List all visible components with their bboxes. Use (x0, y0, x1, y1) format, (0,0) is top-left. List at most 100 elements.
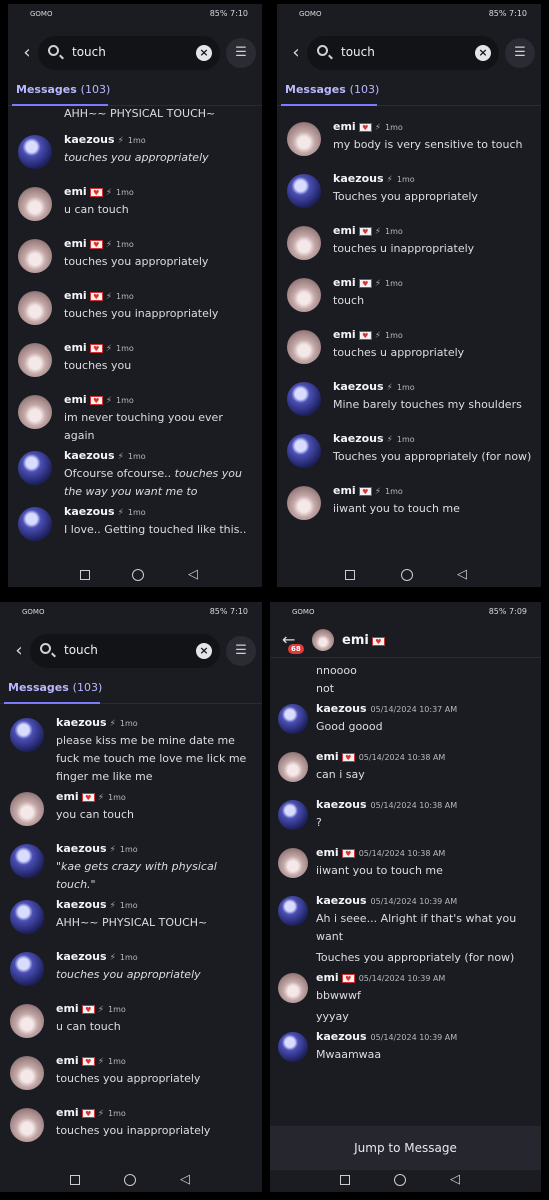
search-result-message[interactable]: emi ♥ ⚡ 1mo touches you appropriately (8, 233, 262, 285)
avatar[interactable] (287, 174, 321, 208)
username[interactable]: emi (316, 846, 339, 859)
search-result-message[interactable]: kaezous ⚡ 1mo AHH~~ PHYSICAL TOUCH~ (0, 894, 262, 946)
username[interactable]: kaezous (56, 716, 107, 729)
avatar[interactable] (278, 848, 308, 878)
avatar[interactable] (10, 952, 44, 986)
chat-message[interactable]: kaezous 05/14/2024 10:39 AM Ah i seee... A… (270, 890, 541, 967)
username[interactable]: emi (64, 341, 87, 354)
username[interactable]: emi (64, 185, 87, 198)
chat-message[interactable]: emi ♥ 05/14/2024 10:38 AM iiwant you to tou… (270, 842, 541, 890)
search-input[interactable]: touch × (38, 36, 220, 70)
avatar[interactable] (278, 1032, 308, 1062)
search-input[interactable]: touch × (307, 36, 499, 70)
chat-message[interactable]: emi ♥ 05/14/2024 10:38 AM can i say (270, 746, 541, 794)
username[interactable]: kaezous (316, 798, 367, 811)
search-result-message[interactable]: kaezous ⚡ 1mo touches you appropriately (8, 129, 262, 181)
search-result-message[interactable]: emi ♥ ⚡ 1mo im never touching yoou ever agai… (8, 389, 262, 445)
tab-messages[interactable]: Messages (103) (285, 83, 379, 96)
chat-message[interactable]: emi ♥ 05/14/2024 10:39 AM bbwwwf yyyay (270, 967, 541, 1026)
jump-to-message-button[interactable]: Jump to Message (270, 1126, 541, 1170)
avatar[interactable] (287, 122, 321, 156)
avatar[interactable] (10, 900, 44, 934)
chat-message[interactable]: kaezous 05/14/2024 10:38 AM? (270, 794, 541, 842)
dm-title[interactable]: emi ♥ (342, 633, 385, 648)
home-icon[interactable] (401, 569, 413, 581)
sliders-icon[interactable]: ☰ (505, 38, 535, 68)
username[interactable]: kaezous (64, 449, 115, 462)
username[interactable]: emi (56, 1002, 79, 1015)
search-result-message[interactable]: kaezous ⚡ 1mo touches you appropriately (0, 946, 262, 998)
avatar[interactable] (10, 792, 44, 826)
username[interactable]: kaezous (56, 842, 107, 855)
back-arrow-icon[interactable]: ‹ (285, 42, 307, 64)
clear-icon[interactable]: × (475, 45, 491, 61)
avatar[interactable] (278, 973, 308, 1003)
tab-messages[interactable]: Messages (103) (16, 83, 110, 96)
avatar[interactable] (18, 343, 52, 377)
username[interactable]: emi (64, 289, 87, 302)
username[interactable]: kaezous (64, 505, 115, 518)
search-result-message[interactable]: kaezous ⚡ 1mo please kiss me be mine date m… (0, 712, 262, 786)
avatar[interactable] (278, 800, 308, 830)
avatar[interactable] (10, 844, 44, 878)
clear-icon[interactable]: × (196, 45, 212, 61)
avatar[interactable] (287, 330, 321, 364)
search-result-message[interactable]: kaezous ⚡ 1mo Touches you appropriately (277, 168, 541, 220)
home-icon[interactable] (394, 1174, 406, 1186)
avatar[interactable] (287, 434, 321, 468)
username[interactable]: emi (64, 237, 87, 250)
avatar[interactable] (312, 629, 334, 651)
sliders-icon[interactable]: ☰ (226, 38, 256, 68)
home-icon[interactable] (132, 569, 144, 581)
search-result-message[interactable]: emi ♥ ⚡ 1mo touches u inappropriately (277, 220, 541, 272)
username[interactable]: kaezous (56, 950, 107, 963)
avatar[interactable] (18, 395, 52, 429)
back-arrow-icon[interactable]: ‹ (16, 42, 38, 64)
username[interactable]: kaezous (316, 702, 367, 715)
avatar[interactable] (278, 896, 308, 926)
username[interactable]: kaezous (316, 894, 367, 907)
username[interactable]: emi (333, 484, 356, 497)
search-result-message[interactable]: kaezous ⚡ 1mo I love.. Getting touched like… (8, 501, 262, 553)
chat-message[interactable]: kaezous 05/14/2024 10:37 AM Good goood (270, 698, 541, 746)
search-result-message[interactable]: emi ♥ ⚡ 1mo touches you inappropriately (0, 1102, 262, 1154)
search-result-message[interactable]: emi ♥ ⚡ 1mo touches u appropriately (277, 324, 541, 376)
avatar[interactable] (18, 135, 52, 169)
username[interactable]: emi (333, 276, 356, 289)
avatar[interactable] (287, 226, 321, 260)
search-result-message[interactable]: emi ♥ ⚡ 1mo touch (277, 272, 541, 324)
avatar[interactable] (10, 1004, 44, 1038)
search-result-message[interactable]: emi ♥ ⚡ 1mo my body is very sensitive to tou… (277, 116, 541, 168)
search-input[interactable]: touch × (30, 634, 220, 668)
username[interactable]: emi (316, 750, 339, 763)
search-result-message[interactable]: emi ♥ ⚡ 1mo iiwant you to touch me (277, 480, 541, 532)
search-result-message[interactable]: kaezous ⚡ 1mo Ofcourse ofcourse.. touches y… (8, 445, 262, 501)
avatar[interactable] (10, 1056, 44, 1090)
back-triangle-icon[interactable]: ◁ (188, 567, 198, 582)
search-result-message[interactable]: emi ♥ ⚡ 1mo touches you (8, 337, 262, 389)
back-triangle-icon[interactable]: ◁ (457, 567, 467, 582)
username[interactable]: emi (56, 1054, 79, 1067)
username[interactable]: emi (333, 120, 356, 133)
avatar[interactable] (10, 718, 44, 752)
username[interactable]: emi (333, 224, 356, 237)
username[interactable]: kaezous (333, 172, 384, 185)
username[interactable]: kaezous (64, 133, 115, 146)
search-result-message[interactable]: emi ♥ ⚡ 1mo u can touch (8, 181, 262, 233)
username[interactable]: emi (333, 328, 356, 341)
username[interactable]: kaezous (333, 380, 384, 393)
search-result-message[interactable]: emi ♥ ⚡ 1mo you can touch (0, 786, 262, 838)
search-result-message[interactable]: kaezous ⚡ 1mo Mine barely touches my should… (277, 376, 541, 428)
username[interactable]: kaezous (56, 898, 107, 911)
recents-icon[interactable] (70, 1175, 80, 1185)
avatar[interactable] (287, 382, 321, 416)
avatar[interactable] (287, 486, 321, 520)
search-result-message[interactable]: kaezous ⚡ 1mo Touches you appropriately (fo… (277, 428, 541, 480)
avatar[interactable] (10, 1108, 44, 1142)
sliders-icon[interactable]: ☰ (226, 636, 256, 666)
avatar[interactable] (18, 451, 52, 485)
username[interactable]: kaezous (333, 432, 384, 445)
back-triangle-icon[interactable]: ◁ (450, 1172, 460, 1187)
tab-messages[interactable]: Messages (103) (8, 681, 102, 694)
username[interactable]: kaezous (316, 1030, 367, 1043)
